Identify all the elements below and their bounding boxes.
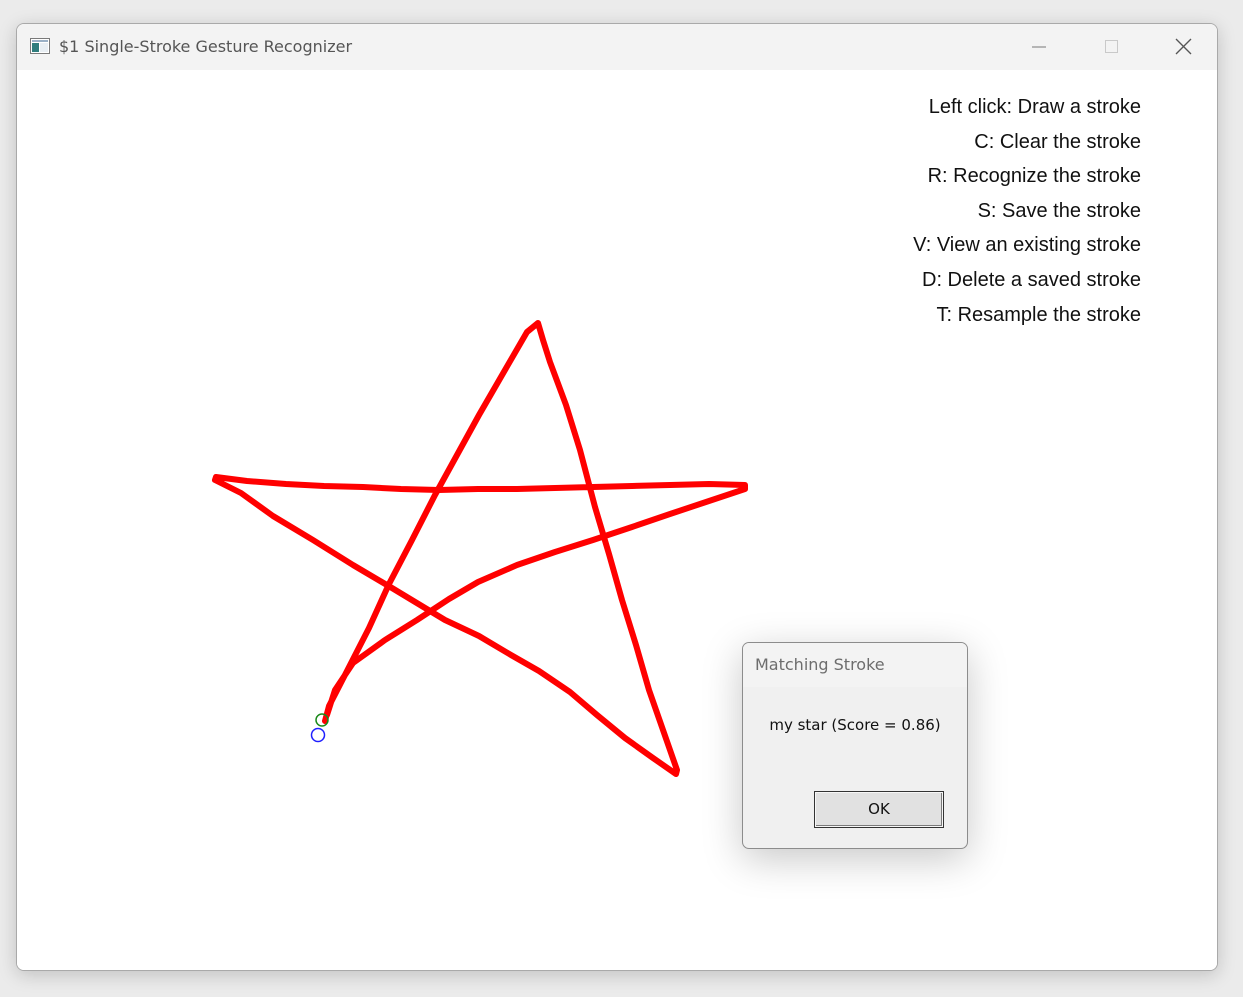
instruction-draw: Left click: Draw a stroke bbox=[928, 96, 1141, 118]
title-bar[interactable]: $1 Single-Stroke Gesture Recognizer bbox=[17, 24, 1217, 70]
instructions-panel: Left click: Draw a stroke C: Clear the s… bbox=[913, 90, 1141, 332]
instruction-clear: C: Clear the stroke bbox=[974, 130, 1141, 153]
maximize-icon bbox=[1105, 40, 1118, 53]
maximize-button[interactable] bbox=[1081, 24, 1141, 70]
app-window: $1 Single-Stroke Gesture Recognizer Left bbox=[16, 23, 1218, 971]
stroke-end-marker bbox=[310, 727, 326, 743]
instruction-resample: T: Resample the stroke bbox=[936, 303, 1141, 326]
instruction-view: V: View an existing stroke bbox=[913, 234, 1141, 257]
minimize-button[interactable] bbox=[1013, 24, 1073, 70]
matching-stroke-dialog: Matching Stroke my star (Score = 0.86) O… bbox=[742, 642, 968, 849]
ok-button[interactable]: OK bbox=[814, 791, 944, 828]
close-button[interactable] bbox=[1151, 24, 1211, 70]
instruction-delete: D: Delete a saved stroke bbox=[922, 268, 1141, 291]
dialog-message: my star (Score = 0.86) bbox=[769, 716, 941, 734]
minimize-icon bbox=[1032, 46, 1046, 48]
app-window-icon bbox=[30, 38, 50, 54]
drawing-canvas[interactable]: Left click: Draw a stroke C: Clear the s… bbox=[17, 70, 1217, 970]
close-icon bbox=[1175, 38, 1192, 55]
gesture-stroke bbox=[212, 320, 748, 777]
dialog-title: Matching Stroke bbox=[755, 655, 885, 674]
instruction-save: S: Save the stroke bbox=[977, 199, 1141, 222]
window-title: $1 Single-Stroke Gesture Recognizer bbox=[59, 37, 353, 56]
instruction-recognize: R: Recognize the stroke bbox=[927, 165, 1141, 188]
